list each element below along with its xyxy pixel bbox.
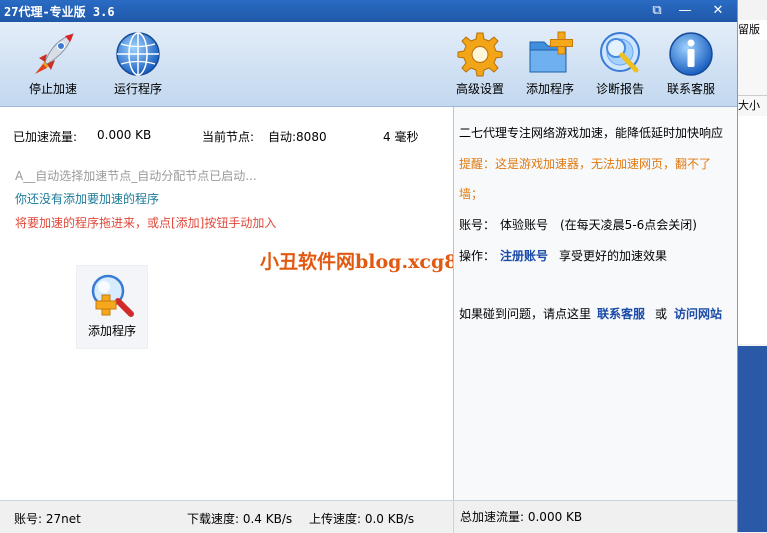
reminder-line1: 提醒：这是游戏加速器，无法加速网页，翻不了 (459, 157, 712, 171)
close-button[interactable]: ✕ (710, 3, 726, 19)
globe-icon (114, 30, 162, 78)
info-icon (667, 30, 715, 78)
status-upload-speed: 上传速度: 0.0 KB/s (309, 512, 415, 526)
diagnostic-report-button[interactable]: 诊断报告 (590, 30, 650, 97)
app-window: 27代理-专业版 3.6 ⧉ — ✕ 停止加速 运行程序 高级设置 添加程序 诊… (0, 0, 738, 533)
program-panel: 已加速流量: 0.000 KB 当前节点: 自动:8080 4 毫秒 A__自动… (0, 107, 453, 500)
accel-traffic-value: 0.000 KB (97, 128, 152, 142)
window-title: 27代理-专业版 3.6 (4, 5, 115, 19)
add-program-icon (88, 271, 136, 319)
contact-support-button[interactable]: 联系客服 (661, 30, 721, 97)
reminder-line2: 墙； (459, 187, 484, 201)
account-note: (在每天凌晨5-6点会关闭) (560, 218, 697, 232)
status-separator (453, 501, 454, 533)
operation-label: 操作： (459, 249, 496, 263)
visit-site-link[interactable]: 访问网站 (674, 305, 722, 322)
contact-support-label: 联系客服 (666, 82, 715, 96)
diagnostic-report-label: 诊断报告 (595, 82, 644, 96)
add-program-button[interactable]: 添加程序 (76, 265, 148, 349)
restore-button[interactable]: ⧉ (649, 3, 665, 19)
background-window: 留版 大小 (738, 0, 767, 532)
account-label: 账号： (459, 218, 496, 232)
background-window-content (738, 116, 767, 344)
no-program-text: 你还没有添加要加速的程序 (15, 192, 160, 206)
background-window-panel (738, 346, 767, 532)
latency-value: 4 毫秒 (383, 130, 419, 144)
background-window-tab: 留版 (738, 20, 767, 41)
stop-accel-button[interactable]: 停止加速 (23, 30, 83, 97)
toolbar: 停止加速 运行程序 高级设置 添加程序 诊断报告 联系客服 (0, 22, 737, 107)
status-account: 账号: 27net (14, 512, 81, 526)
background-window-header: 大小 (738, 95, 767, 117)
gear-icon (456, 30, 504, 78)
run-program-label: 运行程序 (113, 82, 162, 96)
stop-accel-label: 停止加速 (28, 82, 77, 96)
operation-text: 享受更好的加速效果 (559, 249, 668, 263)
title-bar[interactable]: 27代理-专业版 3.6 ⧉ — ✕ (0, 0, 737, 22)
status-download-speed: 下载速度: 0.4 KB/s (187, 512, 293, 526)
accel-traffic-label: 已加速流量: (13, 130, 78, 144)
add-program-toolbar-label: 添加程序 (525, 82, 574, 96)
status-total-traffic: 总加速流量: 0.000 KB (460, 510, 583, 524)
support-link[interactable]: 联系客服 (597, 305, 645, 322)
register-link[interactable]: 注册账号 (500, 247, 548, 264)
folder-add-icon (526, 30, 574, 78)
node-label: 当前节点: (202, 130, 255, 144)
drag-hint-text: 将要加速的程序拖进来，或点[添加]按钮手动加入 (15, 216, 277, 230)
run-program-button[interactable]: 运行程序 (108, 30, 168, 97)
auto-status-text: A__自动选择加速节点_自动分配节点已启动... (15, 169, 257, 183)
add-program-label: 添加程序 (87, 324, 136, 338)
slogan-text: 二七代理专注网络游戏加速，能降低延时加快响应 (459, 126, 724, 140)
info-panel: 二七代理专注网络游戏加速，能降低延时加快响应 提醒：这是游戏加速器，无法加速网页… (454, 107, 737, 500)
node-value: 自动:8080 (268, 130, 327, 144)
minimize-button[interactable]: — (677, 3, 693, 19)
rocket-icon (29, 30, 77, 78)
add-program-toolbar-button[interactable]: 添加程序 (520, 30, 580, 97)
magnifier-cd-icon (596, 30, 644, 78)
advanced-settings-label: 高级设置 (455, 82, 504, 96)
help-text: 如果碰到问题，请点这里 (459, 307, 592, 321)
account-value: 体验账号 (500, 218, 549, 232)
background-window-toolbar (738, 40, 767, 95)
status-bar: 账号: 27net 下载速度: 0.4 KB/s 上传速度: 0.0 KB/s … (0, 500, 737, 533)
or-text: 或 (655, 307, 668, 321)
advanced-settings-button[interactable]: 高级设置 (450, 30, 510, 97)
